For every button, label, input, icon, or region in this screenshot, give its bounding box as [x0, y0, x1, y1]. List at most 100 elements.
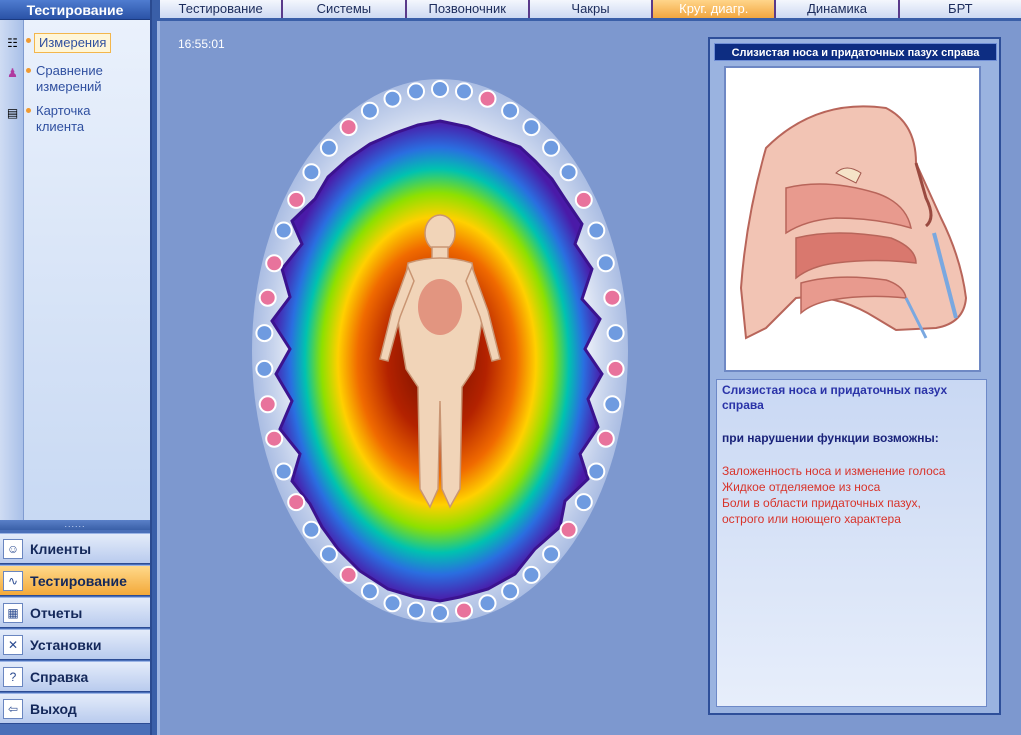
measurement-point[interactable] — [287, 493, 306, 512]
bullet-dot — [26, 108, 31, 113]
nav-testing-button[interactable]: ∿ Тестирование — [0, 565, 150, 596]
panel-title: Тестирование — [0, 0, 150, 20]
symptom-item: острого или ноющего характера — [722, 512, 901, 526]
sidebar-item-client-card[interactable]: Карточка клиента — [26, 103, 138, 135]
measurement-point[interactable] — [265, 429, 284, 448]
nav-label: Клиенты — [30, 540, 92, 557]
measurement-point[interactable] — [360, 101, 379, 120]
measurement-point[interactable] — [606, 324, 625, 343]
measurement-point[interactable] — [596, 429, 615, 448]
settings-icon: ✕ — [3, 634, 23, 655]
list-icon: ☷ — [7, 36, 18, 50]
measurement-point[interactable] — [542, 138, 561, 157]
measurement-point[interactable] — [274, 462, 293, 481]
measurement-point[interactable] — [339, 118, 358, 137]
sidebar-item-measurements[interactable]: Измерения — [26, 33, 112, 53]
measurement-point[interactable] — [455, 82, 473, 101]
measurement-point[interactable] — [559, 520, 578, 539]
description-title: Слизистая носа и придаточных пазух справ… — [722, 383, 948, 412]
nav-exit-button[interactable]: ⇦ Выход — [0, 693, 150, 724]
left-panel: Тестирование ☷ ♟ ▤ Измерения Сравнение и… — [0, 0, 152, 735]
nav-label: Отчеты — [30, 604, 83, 621]
measurement-point[interactable] — [287, 190, 306, 209]
measurement-point[interactable] — [258, 395, 277, 414]
splitter-grip[interactable]: ...... — [0, 520, 150, 530]
symptom-item: Боли в области придаточных пазух, — [722, 496, 921, 510]
compare-icon: ♟ — [7, 66, 18, 80]
measurement-point[interactable] — [319, 545, 338, 564]
sidebar-item-label: Измерения — [34, 33, 112, 53]
nav-label: Выход — [30, 700, 77, 717]
tab-bar: Тестирование Системы Позвоночник Чакры К… — [160, 0, 1021, 18]
measurement-point[interactable] — [258, 288, 277, 307]
measurement-point[interactable] — [383, 89, 402, 108]
measurement-point[interactable] — [522, 118, 541, 137]
measurement-point[interactable] — [606, 359, 625, 378]
sidebar-list: Измерения Сравнение измерений Карточка к… — [24, 20, 150, 520]
measurement-point[interactable] — [302, 163, 321, 182]
measurement-point[interactable] — [501, 101, 520, 120]
card-icon: ▤ — [6, 106, 19, 120]
nav-clients-button[interactable]: ☺ Клиенты — [0, 533, 150, 564]
measurement-point[interactable] — [587, 462, 606, 481]
measurement-point[interactable] — [542, 545, 561, 564]
nav-label: Справка — [30, 668, 89, 685]
symptom-item: Заложенность носа и изменение голоса — [722, 464, 946, 478]
nav-settings-button[interactable]: ✕ Установки — [0, 629, 150, 660]
nav-label: Установки — [30, 636, 102, 653]
measurement-point[interactable] — [501, 582, 520, 601]
tab-circular-diagram[interactable]: Круг. диагр. — [653, 0, 777, 18]
tab-chakras[interactable]: Чакры — [529, 0, 654, 18]
measurement-point[interactable] — [455, 601, 473, 620]
nav-label: Тестирование — [30, 572, 127, 589]
measurement-point[interactable] — [319, 138, 338, 157]
nasal-anatomy-illustration — [726, 68, 979, 370]
measurement-point[interactable] — [274, 221, 293, 240]
measurement-point[interactable] — [431, 80, 449, 98]
measurement-point[interactable] — [255, 324, 274, 343]
info-panel: Слизистая носа и придаточных пазух справ… — [708, 37, 1001, 715]
measurement-point[interactable] — [596, 254, 615, 273]
help-icon: ? — [3, 666, 23, 687]
nav-reports-button[interactable]: ▦ Отчеты — [0, 597, 150, 628]
measurement-point[interactable] — [603, 288, 622, 307]
reports-icon: ▦ — [3, 602, 23, 623]
tab-dynamics[interactable]: Динамика — [776, 0, 900, 18]
testing-icon: ∿ — [3, 570, 23, 591]
description-panel: Слизистая носа и придаточных пазух справ… — [716, 379, 987, 707]
exit-icon: ⇦ — [3, 698, 23, 719]
measurement-point[interactable] — [255, 359, 274, 378]
measurement-point[interactable] — [360, 582, 379, 601]
measurement-point[interactable] — [265, 254, 284, 273]
measurement-point[interactable] — [522, 565, 541, 584]
measurement-point[interactable] — [407, 82, 425, 101]
sidebar-item-compare[interactable]: Сравнение измерений — [26, 63, 138, 95]
tab-brt[interactable]: БРТ — [899, 0, 1021, 18]
measurement-point[interactable] — [559, 163, 578, 182]
measurement-point[interactable] — [574, 493, 593, 512]
main-area: 16:55:01 Слизистая носа и придаточных па… — [157, 21, 1021, 735]
aura-diagram — [252, 79, 628, 623]
tab-testing[interactable]: Тестирование — [160, 0, 284, 18]
sidebar-item-label: Карточка клиента — [36, 103, 91, 134]
measurement-point[interactable] — [478, 594, 497, 613]
bullet-dot — [26, 38, 31, 43]
nav-help-button[interactable]: ? Справка — [0, 661, 150, 692]
info-title: Слизистая носа и придаточных пазух справ… — [714, 43, 997, 61]
bullet-dot — [26, 68, 31, 73]
measurement-point[interactable] — [431, 604, 449, 622]
clients-icon: ☺ — [3, 538, 23, 559]
symptom-item: Жидкое отделяемое из носа — [722, 480, 881, 494]
measurement-point[interactable] — [302, 520, 321, 539]
measurement-point[interactable] — [339, 565, 358, 584]
tab-spine[interactable]: Позвоночник — [406, 0, 530, 18]
description-subtitle: при нарушении функции возможны: — [722, 431, 939, 445]
tab-systems[interactable]: Системы — [283, 0, 407, 18]
measurement-point[interactable] — [587, 221, 606, 240]
measurement-point[interactable] — [407, 601, 425, 620]
measurement-point[interactable] — [574, 190, 593, 209]
measurement-point[interactable] — [603, 395, 622, 414]
sidebar-item-label: Сравнение измерений — [36, 63, 103, 94]
measurement-point[interactable] — [478, 89, 497, 108]
measurement-point[interactable] — [383, 594, 402, 613]
